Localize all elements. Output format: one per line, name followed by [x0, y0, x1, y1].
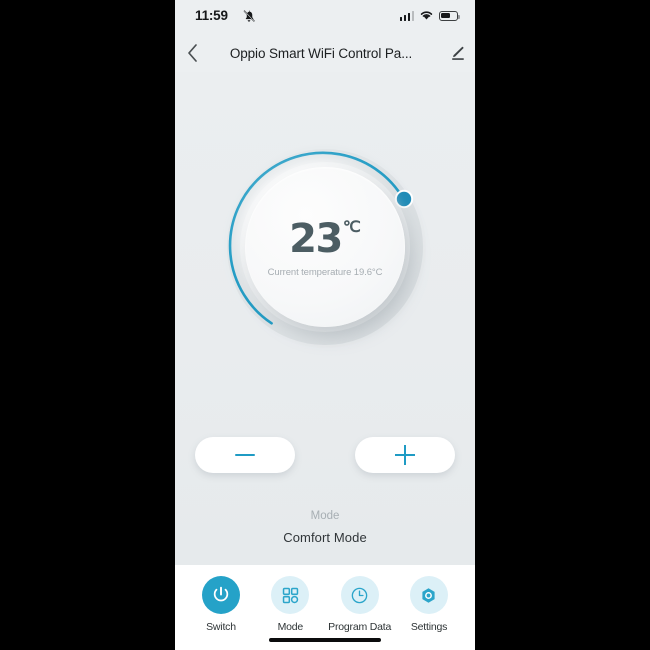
- screenshot-canvas: 11:59 Oppio Smart WiFi Control Pa... 23 …: [0, 0, 650, 650]
- status-bar-time: 11:59: [195, 8, 228, 23]
- dial-knob-handle: [394, 189, 414, 209]
- mode-icon-circle: [271, 576, 310, 614]
- settings-icon-circle: [409, 576, 448, 614]
- minus-icon: [235, 453, 255, 457]
- mode-label: Mode: [310, 510, 340, 522]
- chevron-left-icon: [187, 44, 197, 62]
- home-indicator-bar[interactable]: [269, 637, 381, 642]
- bell-slash-icon: [243, 10, 255, 22]
- nav-item-program-data[interactable]: Program Data: [326, 576, 394, 633]
- status-bar: 11:59: [175, 0, 475, 34]
- page-title: Oppio Smart WiFi Control Pa...: [229, 45, 413, 61]
- dial-face: 23 ℃ Current temperature 19.6°C: [245, 167, 405, 327]
- bottom-navigation: Switch Mode Program Data Settings: [175, 565, 475, 650]
- app-header: Oppio Smart WiFi Control Pa...: [175, 34, 475, 72]
- power-icon: [213, 586, 229, 602]
- plus-icon: [395, 445, 415, 465]
- target-temperature-value: 23: [289, 216, 343, 262]
- current-temperature-text: Current temperature 19.6°C: [267, 267, 383, 278]
- main-content: 23 ℃ Current temperature 19.6°C Mode Com…: [175, 72, 475, 565]
- increase-temperature-button[interactable]: [355, 437, 455, 473]
- grid-icon: [282, 587, 299, 603]
- hex-nut-icon: [422, 587, 436, 603]
- nav-item-settings[interactable]: Settings: [395, 576, 463, 633]
- pencil-edit-icon: [451, 46, 464, 60]
- nav-item-switch[interactable]: Switch: [187, 576, 255, 633]
- edit-button[interactable]: [439, 34, 475, 72]
- temperature-unit: ℃: [342, 219, 361, 236]
- switch-icon-circle: [202, 576, 240, 614]
- back-button[interactable]: [175, 34, 209, 72]
- target-temperature-display: 23 ℃: [289, 216, 361, 262]
- status-bar-indicators: [399, 10, 460, 21]
- temperature-dial[interactable]: 23 ℃ Current temperature 19.6°C: [220, 142, 430, 352]
- clock-icon: [351, 587, 368, 603]
- wifi-icon: [420, 11, 433, 20]
- program-data-icon-circle: [340, 576, 379, 614]
- mode-value[interactable]: Comfort Mode: [175, 530, 475, 545]
- battery-icon: [439, 10, 460, 21]
- nav-label-settings: Settings: [410, 621, 448, 633]
- nav-label-program-data: Program Data: [328, 621, 392, 633]
- cellular-signal-icon: [399, 10, 414, 21]
- decrease-temperature-button[interactable]: [195, 437, 295, 473]
- phone-viewport: 11:59 Oppio Smart WiFi Control Pa... 23 …: [175, 0, 475, 650]
- nav-label-mode: Mode: [277, 621, 304, 633]
- nav-label-switch: Switch: [206, 621, 236, 633]
- nav-item-mode[interactable]: Mode: [256, 576, 324, 633]
